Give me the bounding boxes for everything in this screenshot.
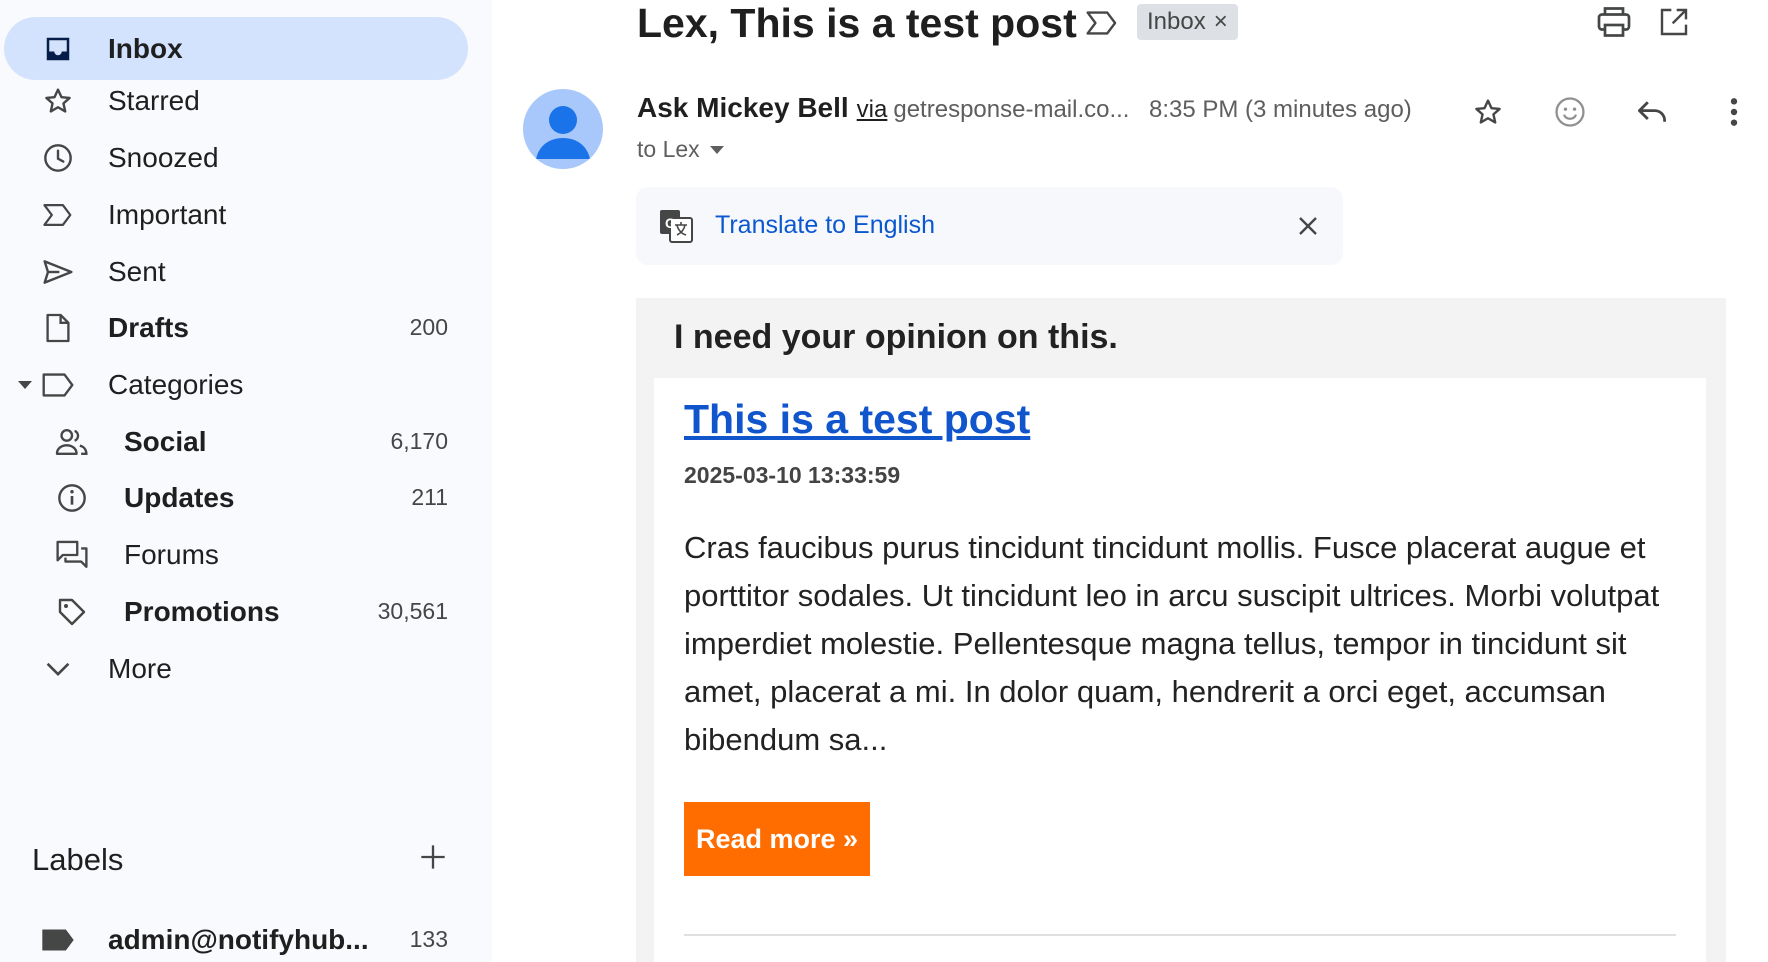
unread-count: 133	[409, 926, 448, 952]
sender-avatar[interactable]	[523, 89, 603, 169]
reply-icon	[1635, 98, 1669, 131]
caret-down-icon[interactable]	[18, 380, 32, 389]
label-icon	[41, 368, 75, 402]
tag-icon	[55, 595, 89, 629]
sidebar-item-forums[interactable]: Forums	[4, 523, 468, 586]
sidebar-item-updates[interactable]: Updates 211	[4, 466, 468, 529]
sidebar-item-label: Inbox	[108, 32, 183, 64]
sidebar-item-label: Categories	[108, 368, 244, 400]
sidebar-item-label: Updates	[124, 481, 235, 513]
star-button[interactable]	[1466, 92, 1510, 136]
unread-count: 211	[411, 484, 448, 510]
more-vert-icon	[1729, 96, 1739, 133]
recipient-text: to Lex	[637, 136, 700, 162]
label-filled-icon	[41, 923, 75, 957]
sender-domain: getresponse-mail.co...	[893, 96, 1130, 123]
sender-name[interactable]: Ask Mickey Bell	[637, 92, 849, 124]
reply-button[interactable]	[1630, 92, 1674, 136]
preheader-text: I need your opinion on this.	[674, 318, 1118, 356]
chip-label: Inbox	[1147, 8, 1206, 35]
translate-link[interactable]: Translate to English	[715, 211, 935, 240]
add-label-button[interactable]	[416, 842, 450, 876]
post-date: 2025-03-10 13:33:59	[684, 462, 901, 488]
sidebar-item-user-label[interactable]: admin@notifyhub... 133	[4, 908, 468, 962]
message-timestamp: 8:35 PM (3 minutes ago)	[1149, 96, 1412, 123]
sidebar-item-label: Important	[108, 198, 227, 230]
sidebar-item-promotions[interactable]: Promotions 30,561	[4, 580, 468, 643]
open-in-new-icon	[1658, 6, 1690, 43]
print-button[interactable]	[1594, 4, 1634, 44]
email-content: I need your opinion on this. This is a t…	[636, 298, 1726, 962]
add-reaction-button[interactable]	[1548, 92, 1592, 136]
sidebar-item-important[interactable]: Important	[4, 183, 468, 246]
sidebar-item-label: Sent	[108, 255, 166, 287]
more-options-button[interactable]	[1712, 92, 1756, 136]
plus-icon	[419, 843, 447, 876]
info-icon	[55, 481, 89, 515]
sidebar-item-social[interactable]: Social 6,170	[4, 410, 468, 473]
sender-info: Ask Mickey Bell via getresponse-mail.co.…	[637, 92, 1129, 124]
sidebar-item-more[interactable]: More	[4, 637, 468, 700]
sidebar-item-label: Drafts	[108, 311, 189, 343]
sidebar-item-drafts[interactable]: Drafts 200	[4, 296, 468, 359]
email-subject: Lex, This is a test post	[637, 0, 1077, 46]
via-link[interactable]: via	[857, 96, 888, 124]
sidebar-item-sent[interactable]: Sent	[4, 240, 468, 303]
sidebar: Inbox Starred Snoozed Important Sent Dra…	[0, 0, 492, 962]
translate-icon: G	[658, 208, 694, 244]
sidebar-item-label: More	[108, 652, 172, 684]
post-excerpt: Cras faucibus purus tincidunt tincidunt …	[684, 530, 1660, 757]
send-icon	[41, 255, 75, 289]
unread-count: 200	[409, 314, 448, 340]
translate-banner: G Translate to English	[636, 187, 1343, 265]
read-more-button[interactable]: Read more »	[684, 802, 870, 876]
divider	[684, 934, 1676, 936]
important-marker-icon[interactable]	[1085, 9, 1119, 37]
sidebar-item-label: Starred	[108, 84, 200, 116]
clock-icon	[41, 141, 75, 175]
emoji-icon	[1553, 95, 1587, 134]
important-icon	[41, 198, 75, 232]
people-icon	[55, 425, 89, 459]
star-icon	[41, 84, 75, 118]
post-card: This is a test post 2025-03-10 13:33:59 …	[654, 378, 1706, 962]
star-icon	[1472, 96, 1504, 133]
close-translate-button[interactable]	[1291, 209, 1325, 243]
sidebar-item-starred[interactable]: Starred	[4, 69, 468, 132]
print-icon	[1596, 5, 1632, 44]
inbox-icon	[41, 32, 75, 66]
inbox-label-chip: Inbox ×	[1137, 4, 1238, 40]
draft-icon	[41, 311, 75, 345]
sidebar-item-label: Social	[124, 425, 207, 457]
unread-count: 6,170	[390, 428, 448, 454]
unread-count: 30,561	[377, 598, 448, 624]
remove-label-button[interactable]: ×	[1214, 8, 1228, 36]
sidebar-item-categories[interactable]: Categories	[4, 353, 468, 416]
person-icon	[536, 106, 590, 159]
post-title-link[interactable]: This is a test post	[684, 396, 1030, 443]
open-in-new-window-button[interactable]	[1654, 4, 1694, 44]
forum-icon	[55, 538, 89, 572]
sidebar-item-label: Snoozed	[108, 141, 219, 173]
svg-text:G: G	[665, 215, 676, 231]
sidebar-item-label: admin@notifyhub...	[108, 923, 369, 955]
close-icon	[1299, 217, 1317, 235]
chevron-down-icon	[41, 652, 75, 686]
sidebar-item-label: Forums	[124, 538, 219, 570]
recipient-details-toggle[interactable]: to Lex	[637, 136, 724, 163]
labels-heading: Labels	[32, 842, 124, 877]
caret-down-icon	[709, 145, 724, 154]
sidebar-item-label: Promotions	[124, 595, 280, 627]
sidebar-item-snoozed[interactable]: Snoozed	[4, 126, 468, 189]
